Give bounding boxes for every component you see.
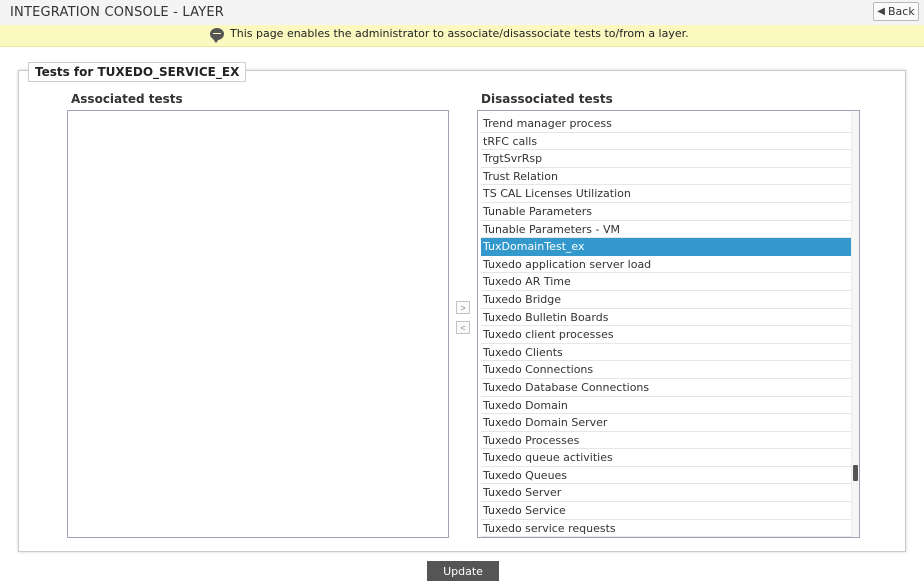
chevron-left-icon: < xyxy=(460,322,466,333)
list-item[interactable]: Tuxedo Queues xyxy=(481,467,852,485)
list-item[interactable]: Tuxedo application server load xyxy=(481,256,852,274)
back-button-label: Back xyxy=(888,5,915,18)
move-left-button[interactable]: < xyxy=(456,321,470,334)
update-button[interactable]: Update xyxy=(427,561,499,581)
list-item[interactable]: Tuxedo Server xyxy=(481,484,852,503)
list-item[interactable]: TrgtSvrRsp xyxy=(481,150,852,168)
list-scrollbar[interactable] xyxy=(851,111,859,537)
list-item[interactable]: Trend manager process xyxy=(481,115,852,133)
list-item[interactable]: Tuxedo Processes xyxy=(481,432,852,450)
list-item[interactable]: TS CAL Licenses Utilization xyxy=(481,185,852,203)
list-item[interactable]: tRFC calls xyxy=(481,133,852,151)
list-item[interactable]: Tunable Parameters xyxy=(481,203,852,221)
list-item[interactable]: Tuxedo Database Connections xyxy=(481,379,852,397)
list-item[interactable]: Tuxedo service requests xyxy=(481,520,852,537)
list-item[interactable]: Tuxedo Bridge xyxy=(481,291,852,309)
info-notice-bar: This page enables the administrator to a… xyxy=(0,25,924,47)
list-item[interactable]: Tuxedo Service xyxy=(481,502,852,520)
list-item[interactable]: TuxDomainTest_ex xyxy=(481,238,852,256)
notice-text: This page enables the administrator to a… xyxy=(230,27,689,40)
back-button[interactable]: ◀ Back xyxy=(873,2,919,21)
list-item[interactable]: Tuxedo queue activities xyxy=(481,449,852,467)
move-right-button[interactable]: > xyxy=(456,301,470,314)
list-item[interactable]: Tunable Parameters - VM xyxy=(481,221,852,239)
chevron-right-icon: > xyxy=(460,302,466,313)
list-item[interactable]: Tuxedo Domain xyxy=(481,397,852,415)
disassociated-list-items: Trend manager process tRFC calls TrgtSvrRs… xyxy=(481,115,852,537)
title-bar: INTEGRATION CONSOLE - LAYER ◀ Back xyxy=(0,0,924,26)
group-legend: Tests for TUXEDO_SERVICE_EX xyxy=(28,62,247,82)
list-item[interactable]: Tuxedo Connections xyxy=(481,361,852,379)
list-item[interactable]: Tuxedo client processes xyxy=(481,326,852,344)
page-title: INTEGRATION CONSOLE - LAYER xyxy=(10,5,224,20)
back-arrow-icon: ◀ xyxy=(877,6,885,17)
list-item[interactable]: Tuxedo Clients xyxy=(481,344,852,362)
list-item[interactable]: Tuxedo AR Time xyxy=(481,273,852,291)
list-item[interactable]: Tuxedo Domain Server xyxy=(481,414,852,432)
scrollbar-thumb[interactable] xyxy=(853,465,858,481)
list-item[interactable]: Trust Relation xyxy=(481,168,852,186)
list-item[interactable]: Tuxedo Bulletin Boards xyxy=(481,309,852,327)
disassociated-tests-label: Disassociated tests xyxy=(481,92,613,106)
associated-tests-label: Associated tests xyxy=(71,92,183,106)
disassociated-tests-list[interactable]: Trend manager process tRFC calls TrgtSvrRs… xyxy=(477,110,860,538)
speech-bubble-icon xyxy=(210,27,224,43)
associated-tests-list[interactable] xyxy=(67,110,449,538)
